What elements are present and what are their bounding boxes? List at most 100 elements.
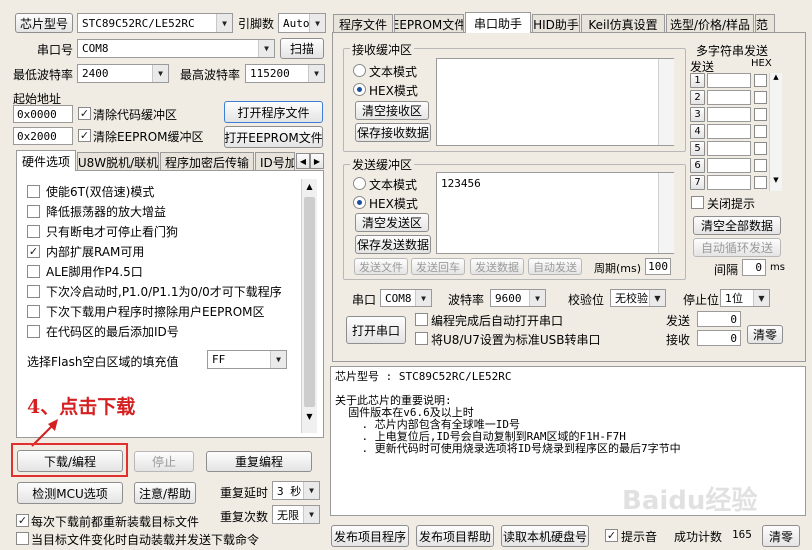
multi-hex-checkbox[interactable] [754, 125, 767, 138]
multi-hex-checkbox[interactable] [754, 159, 767, 172]
option-checkbox[interactable] [27, 225, 40, 238]
tab-hardware-options[interactable]: 硬件选项 [16, 150, 76, 171]
clear-receive-button[interactable]: 清空接收区 [355, 101, 429, 120]
fill-value-select[interactable]: FF ▼ [207, 350, 287, 369]
min-baud-select[interactable]: 2400 ▼ [77, 64, 169, 83]
scroll-down-arrow[interactable]: ▼ [770, 176, 782, 184]
period-input[interactable]: 100 [645, 258, 671, 275]
reprogram-button[interactable]: 重复编程 [206, 451, 312, 472]
receive-scrollbar[interactable] [658, 59, 674, 145]
hardware-option-row[interactable]: 只有断电才可停止看门狗 [27, 223, 178, 240]
auto-loop-button[interactable]: 自动循环发送 [693, 238, 781, 257]
multi-send-input[interactable] [707, 107, 751, 122]
scan-button[interactable]: 扫描 [280, 38, 324, 59]
option-checkbox[interactable] [27, 185, 40, 198]
multi-send-row-button[interactable]: 6 [690, 158, 705, 173]
tab-u8w[interactable]: U8W脱机/联机 [77, 152, 159, 171]
baud-select[interactable]: 9600 ▼ [490, 289, 546, 307]
send-textarea[interactable]: 123456 [436, 172, 674, 254]
multi-send-row-button[interactable]: 1 [690, 73, 705, 88]
multi-send-input[interactable] [707, 141, 751, 156]
parity-select[interactable]: 无校验 ▼ [610, 289, 666, 307]
publish-program-button[interactable]: 发布项目程序 [331, 525, 409, 547]
multi-send-row-button[interactable]: 4 [690, 124, 705, 139]
tab-right-2[interactable]: 串口助手 [465, 12, 531, 33]
send-hex-mode-radio[interactable] [353, 196, 366, 209]
receive-hex-mode-radio[interactable] [353, 83, 366, 96]
tab-encrypt[interactable]: 程序加密后传输 [160, 152, 254, 171]
hardware-option-row[interactable]: ✓ 内部扩展RAM可用 [27, 243, 144, 260]
max-baud-select[interactable]: 115200 ▼ [245, 64, 325, 83]
multi-send-row-button[interactable]: 2 [690, 90, 705, 105]
multi-send-input[interactable] [707, 124, 751, 139]
download-button[interactable]: 下载/编程 [17, 450, 123, 472]
hardware-option-row[interactable]: 在代码区的最后添加ID号 [27, 323, 179, 340]
open-serial-button[interactable]: 打开串口 [346, 316, 406, 344]
open-eeprom-button[interactable]: 打开EEPROM文件 [224, 126, 323, 148]
multi-hex-checkbox[interactable] [754, 74, 767, 87]
hardware-option-row[interactable]: 使能6T(双倍速)模式 [27, 183, 154, 200]
hardware-option-row[interactable]: 下次冷启动时,P1.0/P1.1为0/0才可下载程序 [27, 283, 282, 300]
save-receive-button[interactable]: 保存接收数据 [355, 123, 431, 142]
repeat-count-select[interactable]: 无限 ▼ [272, 505, 320, 524]
multi-hex-checkbox[interactable] [754, 176, 767, 189]
interval-input[interactable]: 0 [742, 259, 766, 276]
pin-count-select[interactable]: Auto ▼ [278, 13, 326, 33]
auto-send-button[interactable]: 自动发送 [528, 258, 582, 275]
autosend-checkbox[interactable] [16, 532, 29, 545]
beep-checkbox[interactable]: ✓ [605, 529, 618, 542]
clear-counter-button[interactable]: 清零 [747, 325, 783, 344]
clear-all-button[interactable]: 清空全部数据 [693, 216, 781, 235]
tab-scroll-left[interactable]: ◀ [296, 153, 310, 169]
multi-send-row-button[interactable]: 5 [690, 141, 705, 156]
chip-type-button[interactable]: 芯片型号 [15, 13, 73, 33]
option-checkbox[interactable] [27, 205, 40, 218]
multi-send-row-button[interactable]: 3 [690, 107, 705, 122]
tab-id[interactable]: ID号加 [255, 152, 295, 171]
multi-hex-checkbox[interactable] [754, 108, 767, 121]
tab-right-3[interactable]: HID助手 [532, 14, 580, 33]
option-checkbox[interactable] [27, 305, 40, 318]
publish-help-button[interactable]: 发布项目帮助 [416, 525, 494, 547]
stopbits-select[interactable]: 1位 ▼ [720, 289, 770, 307]
option-checkbox[interactable] [27, 265, 40, 278]
auto-open-checkbox[interactable] [415, 313, 428, 326]
multi-send-input[interactable] [707, 158, 751, 173]
code-address-input[interactable]: 0x0000 [13, 105, 73, 123]
repeat-delay-select[interactable]: 3 秒 ▼ [272, 481, 320, 500]
clear-success-button[interactable]: 清零 [762, 525, 800, 547]
reload-checkbox[interactable]: ✓ [16, 514, 29, 527]
open-program-button[interactable]: 打开程序文件 [224, 101, 323, 123]
multi-send-input[interactable] [707, 73, 751, 88]
send-text-mode-radio[interactable] [353, 177, 366, 190]
multi-send-input[interactable] [707, 175, 751, 190]
hardware-option-row[interactable]: 下次下载用户程序时擦除用户EEPROM区 [27, 303, 265, 320]
option-checkbox[interactable] [27, 285, 40, 298]
read-disk-button[interactable]: 读取本机硬盘号 [501, 525, 589, 547]
stop-button[interactable]: 停止 [134, 451, 194, 472]
clear-send-button[interactable]: 清空发送区 [355, 213, 429, 232]
chip-type-select[interactable]: STC89C52RC/LE52RC ▼ [77, 13, 233, 33]
option-checkbox[interactable]: ✓ [27, 245, 40, 258]
tab-right-0[interactable]: 程序文件 [333, 14, 393, 33]
multi-send-input[interactable] [707, 90, 751, 105]
tab-scroll-right[interactable]: ▶ [310, 153, 324, 169]
clear-code-checkbox[interactable]: ✓ [78, 107, 91, 120]
scroll-thumb[interactable] [304, 197, 315, 407]
hardware-option-row[interactable]: 降低振荡器的放大增益 [27, 203, 166, 220]
help-button[interactable]: 注意/帮助 [134, 482, 196, 504]
scroll-up-arrow[interactable]: ▲ [770, 73, 782, 81]
multi-hex-checkbox[interactable] [754, 142, 767, 155]
scroll-down-arrow[interactable]: ▼ [302, 409, 317, 425]
tab-right-5[interactable]: 选型/价格/样品 [666, 14, 754, 33]
receive-text-mode-radio[interactable] [353, 64, 366, 77]
close-hint-checkbox[interactable] [691, 196, 704, 209]
clear-eeprom-checkbox[interactable]: ✓ [78, 129, 91, 142]
scroll-up-arrow[interactable]: ▲ [302, 179, 317, 195]
send-data-button[interactable]: 发送数据 [470, 258, 524, 275]
send-scrollbar[interactable] [658, 173, 674, 253]
options-scrollbar[interactable]: ▲ ▼ [301, 179, 317, 433]
tab-right-1[interactable]: EEPROM文件 [394, 14, 464, 33]
serial-port-select[interactable]: COM8 ▼ [380, 289, 432, 307]
usb-serial-checkbox[interactable] [415, 332, 428, 345]
